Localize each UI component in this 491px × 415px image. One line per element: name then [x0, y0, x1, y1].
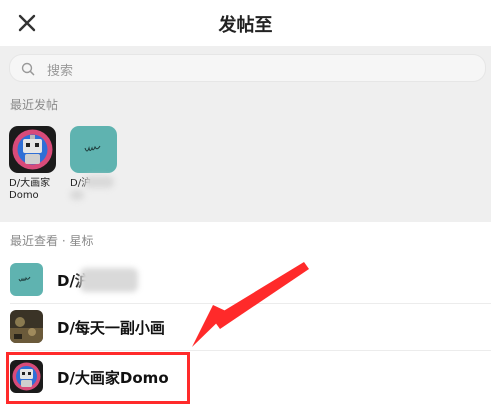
pointer-arrow: [192, 262, 309, 347]
